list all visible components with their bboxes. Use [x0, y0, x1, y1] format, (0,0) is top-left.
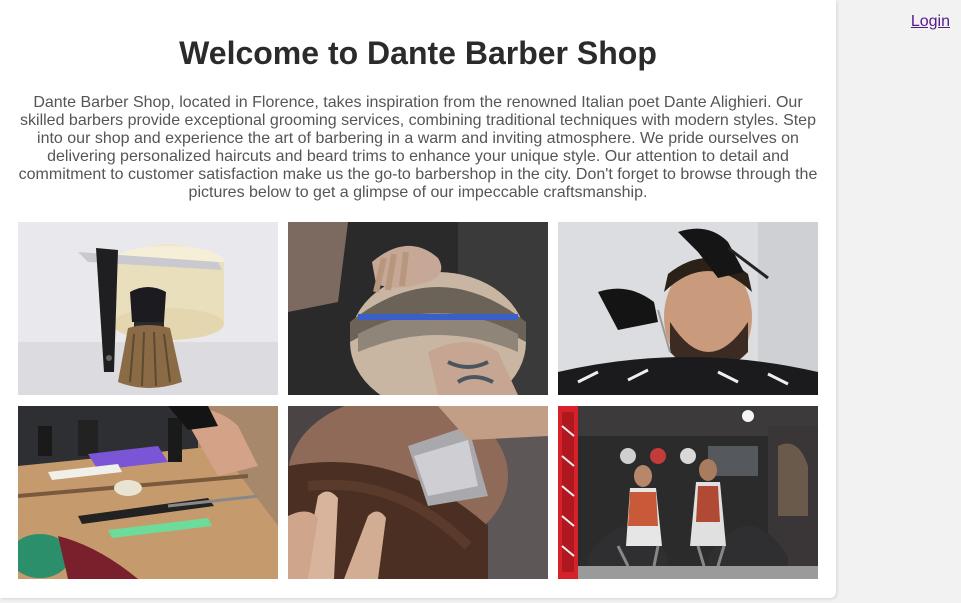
razor-shave-image	[288, 406, 548, 579]
gallery-photo-interior	[558, 406, 818, 579]
gallery-photo-shave	[288, 406, 548, 579]
page-title: Welcome to Dante Barber Shop	[179, 35, 657, 71]
intro-paragraph: Dante Barber Shop, located in Florence, …	[18, 94, 818, 201]
barber-tools-image	[18, 406, 278, 579]
content-card: Welcome to Dante Barber Shop Dante Barbe…	[0, 0, 836, 598]
gallery-photo-razor-brush	[18, 222, 278, 395]
login-link[interactable]: Login	[911, 13, 950, 31]
gallery-photo-haircut	[288, 222, 548, 395]
gallery-photo-tools	[18, 406, 278, 579]
barbershop-interior-image	[558, 406, 818, 579]
beard-trim-image	[558, 222, 818, 395]
page: Welcome to Dante Barber Shop Dante Barbe…	[0, 0, 961, 603]
haircut-image	[288, 222, 548, 395]
gallery-photo-beard-trim	[558, 222, 818, 395]
razor-brush-image	[18, 222, 278, 395]
photo-gallery	[18, 222, 818, 579]
